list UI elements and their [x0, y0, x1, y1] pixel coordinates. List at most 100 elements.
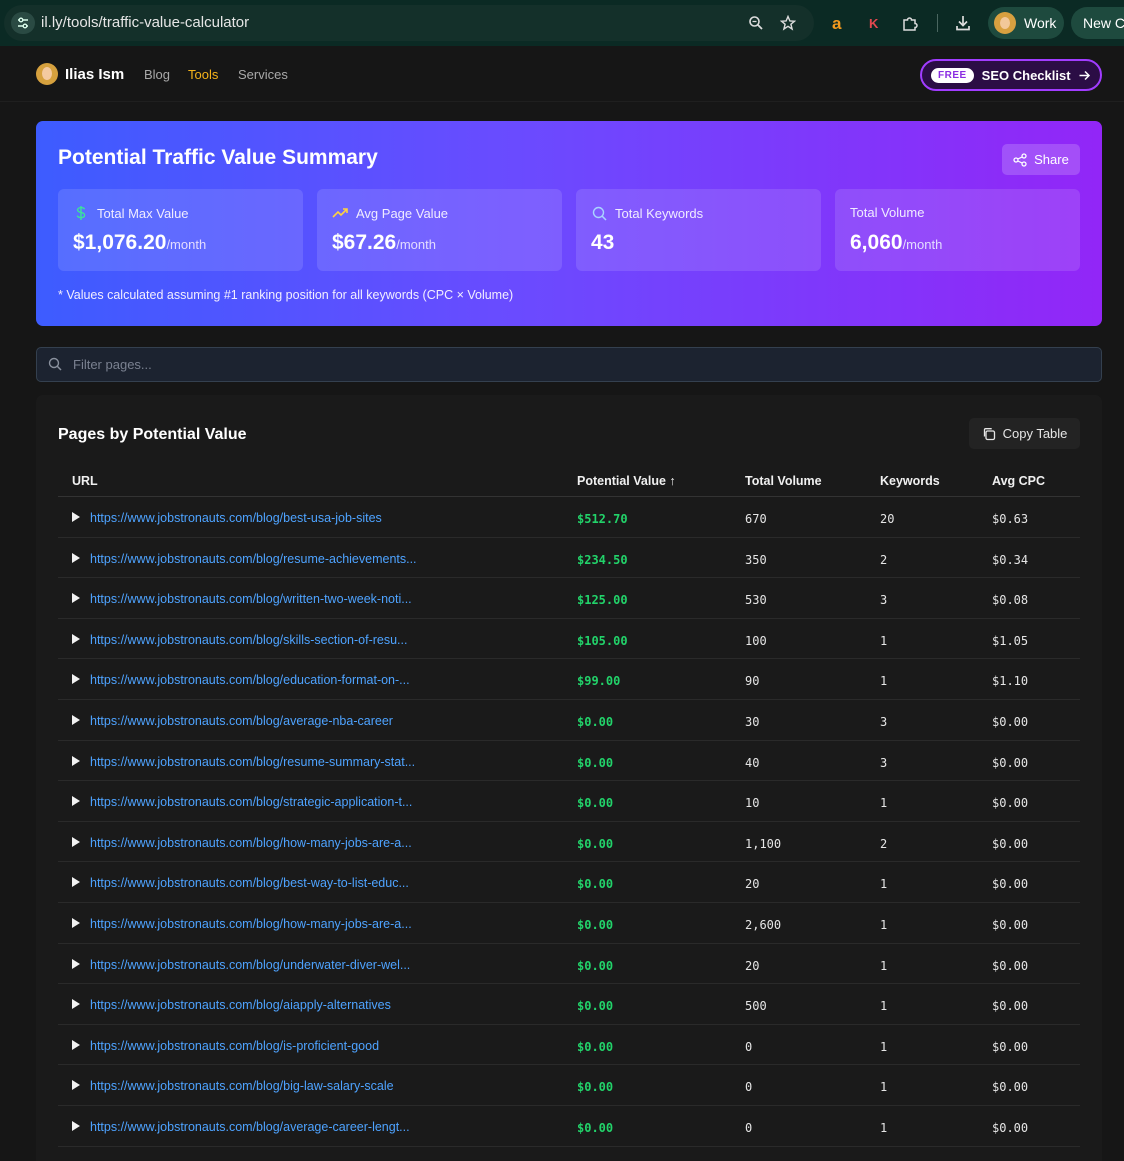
page-url-link[interactable]: https://www.jobstronauts.com/blog/how-ma… [90, 836, 412, 850]
extensions-puzzle-icon[interactable] [899, 12, 921, 34]
avg-cpc-cell: $0.00 [992, 877, 1029, 892]
stat-total-keywords: Total Keywords 43 [576, 189, 821, 271]
share-button[interactable]: Share [1002, 144, 1080, 175]
table-row[interactable]: https://www.jobstronauts.com/blog/educat… [58, 659, 1080, 700]
page-url-link[interactable]: https://www.jobstronauts.com/blog/big-la… [90, 1079, 394, 1093]
page-url-link[interactable]: https://www.jobstronauts.com/blog/educat… [90, 673, 410, 687]
expand-triangle-icon[interactable] [72, 552, 80, 563]
zoom-icon[interactable] [746, 13, 766, 33]
expand-triangle-icon[interactable] [72, 755, 80, 766]
page-url-link[interactable]: https://www.jobstronauts.com/blog/skills… [90, 633, 407, 647]
table-row[interactable]: https://www.jobstronauts.com/blog/big-la… [58, 1065, 1080, 1106]
k-extension-icon[interactable]: K [863, 12, 885, 34]
column-header-keywords[interactable]: Keywords [880, 474, 940, 488]
stat-label: Total Volume [850, 205, 925, 220]
logo-name[interactable]: Ilias Ism [65, 66, 124, 83]
page-url-link[interactable]: https://www.jobstronauts.com/blog/is-pro… [90, 1039, 379, 1053]
total-volume-cell: 0 [745, 1039, 753, 1054]
potential-value-cell: $0.00 [577, 1120, 614, 1135]
total-volume-cell: 530 [745, 593, 767, 608]
page-url-link[interactable]: https://www.jobstronauts.com/blog/best-w… [90, 876, 409, 890]
avg-cpc-cell: $0.00 [992, 796, 1029, 811]
expand-triangle-icon[interactable] [72, 512, 80, 522]
expand-triangle-icon[interactable] [72, 1080, 80, 1091]
amazon-extension-icon[interactable]: a [827, 12, 849, 34]
expand-triangle-icon[interactable] [72, 674, 80, 685]
avg-cpc-cell: $0.00 [992, 714, 1029, 729]
table-row[interactable]: https://www.jobstronauts.com/blog/best-u… [58, 497, 1080, 538]
column-header-url[interactable]: URL [72, 474, 98, 488]
avg-cpc-cell: $0.00 [992, 836, 1029, 851]
expand-triangle-icon[interactable] [72, 1039, 80, 1050]
bookmark-star-icon[interactable] [778, 13, 798, 33]
address-bar[interactable]: il.ly/tools/traffic-value-calculator [4, 5, 814, 41]
expand-triangle-icon[interactable] [72, 633, 80, 644]
table-row[interactable]: https://www.jobstronauts.com/blog/writte… [58, 578, 1080, 619]
url-text[interactable]: il.ly/tools/traffic-value-calculator [41, 14, 249, 31]
expand-triangle-icon[interactable] [72, 1120, 80, 1131]
table-row[interactable]: https://www.jobstronauts.com/blog/averag… [58, 1106, 1080, 1147]
share-label: Share [1034, 152, 1069, 167]
table-row[interactable]: https://www.jobstronauts.com/blog/strate… [58, 781, 1080, 822]
page-url-link[interactable]: https://www.jobstronauts.com/blog/resume… [90, 755, 415, 769]
copy-table-button[interactable]: Copy Table [969, 418, 1080, 449]
seo-checklist-button[interactable]: FREE SEO Checklist [920, 59, 1102, 91]
total-volume-cell: 90 [745, 674, 760, 689]
table-row[interactable]: https://www.jobstronauts.com/blog/resume… [58, 741, 1080, 782]
expand-triangle-icon[interactable] [72, 958, 80, 969]
keywords-cell: 2 [880, 836, 888, 851]
nav-link-blog[interactable]: Blog [144, 67, 170, 82]
page-url-link[interactable]: https://www.jobstronauts.com/blog/writte… [90, 592, 412, 606]
stat-avg-page-value: Avg Page Value $67.26/month [317, 189, 562, 271]
total-volume-cell: 2,600 [745, 917, 782, 932]
potential-value-cell: $99.00 [577, 674, 621, 689]
expand-triangle-icon[interactable] [72, 593, 80, 604]
expand-triangle-icon[interactable] [72, 999, 80, 1010]
column-header-avg-cpc[interactable]: Avg CPC [992, 474, 1045, 488]
trending-up-icon [332, 205, 348, 221]
copy-table-label: Copy Table [1002, 426, 1068, 441]
page-url-link[interactable]: https://www.jobstronauts.com/blog/underw… [90, 958, 410, 972]
expand-triangle-icon[interactable] [72, 796, 80, 807]
site-info-icon[interactable] [11, 12, 35, 34]
table-row[interactable]: https://www.jobstronauts.com/blog/how-ma… [58, 822, 1080, 863]
page-url-link[interactable]: https://www.jobstronauts.com/blog/best-u… [90, 511, 382, 525]
download-icon[interactable] [952, 12, 974, 34]
total-volume-cell: 350 [745, 552, 767, 567]
table-row[interactable]: https://www.jobstronauts.com/blog/skills… [58, 619, 1080, 660]
page-url-link[interactable]: https://www.jobstronauts.com/blog/averag… [90, 1120, 410, 1134]
page-url-link[interactable]: https://www.jobstronauts.com/blog/aiappl… [90, 998, 391, 1012]
expand-triangle-icon[interactable] [72, 917, 80, 928]
table-row[interactable]: https://www.jobstronauts.com/blog/aiappl… [58, 984, 1080, 1025]
expand-triangle-icon[interactable] [72, 877, 80, 888]
keywords-cell: 1 [880, 877, 888, 892]
nav-link-services[interactable]: Services [238, 67, 288, 82]
new-chrome-chip[interactable]: New C [1071, 7, 1124, 39]
page-url-link[interactable]: https://www.jobstronauts.com/blog/how-ma… [90, 917, 412, 931]
table-row[interactable]: https://www.jobstronauts.com/blog/averag… [58, 700, 1080, 741]
page-url-link[interactable]: https://www.jobstronauts.com/blog/strate… [90, 795, 412, 809]
nav-link-tools[interactable]: Tools [188, 67, 218, 82]
dollar-icon [73, 205, 89, 221]
table-header: URL Potential Value ↑ Total Volume Keywo… [58, 462, 1080, 497]
table-row[interactable]: https://www.jobstronauts.com/blog/how-ma… [58, 903, 1080, 944]
column-header-total-volume[interactable]: Total Volume [745, 474, 822, 488]
expand-triangle-icon[interactable] [72, 836, 80, 847]
total-volume-cell: 0 [745, 1120, 753, 1135]
expand-triangle-icon[interactable] [72, 714, 80, 725]
filter-pages-input[interactable] [73, 348, 1073, 381]
avg-cpc-cell: $0.00 [992, 755, 1029, 770]
table-row[interactable]: https://www.jobstronauts.com/blog/underw… [58, 944, 1080, 985]
page-url-link[interactable]: https://www.jobstronauts.com/blog/resume… [90, 552, 417, 566]
summary-title: Potential Traffic Value Summary [58, 146, 378, 169]
logo-avatar[interactable] [36, 63, 58, 85]
column-header-potential-value[interactable]: Potential Value ↑ [577, 474, 676, 488]
keywords-cell: 1 [880, 1120, 888, 1135]
table-row[interactable]: https://www.jobstronauts.com/blog/resume… [58, 538, 1080, 579]
page-url-link[interactable]: https://www.jobstronauts.com/blog/averag… [90, 714, 393, 728]
summary-note: * Values calculated assuming #1 ranking … [58, 288, 514, 302]
potential-value-cell: $0.00 [577, 917, 614, 932]
table-row[interactable]: https://www.jobstronauts.com/blog/best-w… [58, 862, 1080, 903]
table-row[interactable]: https://www.jobstronauts.com/blog/is-pro… [58, 1025, 1080, 1066]
profile-chip[interactable]: Work [988, 7, 1064, 39]
